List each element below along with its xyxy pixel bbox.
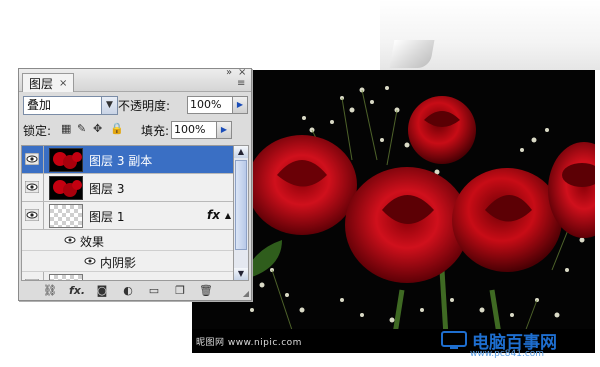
fill-input[interactable]: 100%: [171, 121, 219, 139]
inner-shadow-label: 内阴影: [100, 256, 137, 270]
layers-list: 图层 3 副本 图层 3 图层 1 fx ▲ 效果 内阴影: [21, 145, 235, 281]
lock-brush-icon[interactable]: ✎: [77, 122, 86, 135]
effects-row[interactable]: 效果: [22, 230, 234, 251]
expand-triangle-icon[interactable]: ▲: [225, 211, 231, 220]
collapse-icon[interactable]: »: [226, 67, 232, 78]
blend-mode-value: 叠加: [27, 98, 52, 112]
opacity-label: 不透明度:: [118, 99, 171, 113]
layer-thumbnail[interactable]: [49, 148, 83, 172]
eye-icon[interactable]: [25, 209, 39, 221]
watermark-url: www.pc841.com: [470, 349, 545, 359]
rose-thumb-icon: [53, 180, 82, 197]
scroll-down-icon[interactable]: ▼: [234, 268, 248, 280]
row-divider: [43, 272, 44, 280]
photo-credit: 昵图网 www.nipic.com: [196, 338, 302, 348]
scroll-thumb[interactable]: [235, 160, 247, 250]
layers-panel: 图层 × » × ≡ 叠加 ▼ 不透明度: 100% ▶ 锁定: ▦ ✎ ✥ 🔒…: [18, 67, 252, 301]
opacity-slider-arrow-icon[interactable]: ▶: [232, 96, 248, 114]
new-layer-icon[interactable]: ❐: [173, 284, 187, 297]
layer-row-layer3[interactable]: 图层 3: [22, 174, 234, 202]
row-divider: [43, 174, 44, 201]
blend-opacity-row: 叠加 ▼ 不透明度: 100% ▶: [19, 93, 251, 117]
fill-slider-arrow-icon[interactable]: ▶: [216, 121, 232, 139]
watermark-logo-icon: [441, 331, 467, 349]
mask-icon[interactable]: ◙: [95, 284, 109, 297]
tab-close-icon[interactable]: ×: [59, 78, 67, 89]
scroll-up-icon[interactable]: ▲: [234, 146, 248, 158]
panel-bottom-toolbar: ⛓ fx. ◙ ◐ ▭ ❐ 🗑: [19, 281, 275, 300]
lock-transparent-icon[interactable]: ▦: [61, 122, 71, 135]
adjustment-icon[interactable]: ◐: [121, 284, 135, 297]
eye-icon[interactable]: [25, 181, 39, 193]
eye-icon[interactable]: [25, 153, 39, 165]
close-icon[interactable]: ×: [238, 67, 246, 78]
lock-move-icon[interactable]: ✥: [93, 122, 102, 135]
rose-image: [235, 86, 595, 353]
panel-menu-icon[interactable]: ≡: [237, 78, 245, 89]
fill-label: 填充:: [141, 124, 170, 138]
layer-name[interactable]: 图层 3 副本: [89, 152, 152, 169]
effects-label: 效果: [80, 235, 105, 249]
inner-shadow-row[interactable]: 内阴影: [22, 251, 234, 272]
layer-row-layer1[interactable]: 图层 1 fx ▲: [22, 202, 234, 230]
fx-button[interactable]: fx.: [69, 284, 85, 297]
layers-scrollbar[interactable]: ▲ ▼: [233, 145, 249, 281]
tab-layers[interactable]: 图层 ×: [22, 73, 75, 92]
rose-photo: 昵图网 www.nipic.com: [192, 70, 595, 353]
resize-grip-icon[interactable]: ◢: [243, 289, 249, 298]
row-divider: [43, 146, 44, 173]
lock-all-icon[interactable]: 🔒: [110, 122, 124, 135]
layer-row-background[interactable]: 背景: [22, 272, 234, 280]
fx-icon[interactable]: fx: [207, 208, 220, 222]
layer-name[interactable]: 图层 1: [89, 208, 124, 225]
eye-icon[interactable]: [64, 235, 76, 245]
lock-fill-row: 锁定: ▦ ✎ ✥ 🔒 填充: 100% ▶: [19, 119, 251, 141]
panel-titlebar[interactable]: 图层 × » × ≡: [19, 67, 251, 92]
lock-label: 锁定:: [23, 124, 52, 138]
tab-label: 图层: [29, 76, 54, 91]
opacity-input[interactable]: 100%: [187, 96, 235, 114]
layer-row-layer3-copy[interactable]: 图层 3 副本: [22, 146, 234, 174]
layer-thumbnail[interactable]: [49, 176, 83, 200]
layer-thumbnail[interactable]: [49, 274, 83, 280]
blend-mode-select[interactable]: 叠加 ▼: [23, 96, 118, 115]
link-icon[interactable]: ⛓: [43, 284, 57, 297]
layer-thumbnail[interactable]: [49, 204, 83, 228]
row-divider: [43, 202, 44, 229]
layer-name[interactable]: 图层 3: [89, 180, 124, 197]
eye-icon[interactable]: [84, 256, 96, 266]
folder-icon[interactable]: ▭: [147, 284, 161, 297]
rose-thumb-icon: [53, 152, 82, 169]
chevron-down-icon[interactable]: ▼: [101, 97, 117, 114]
trash-icon[interactable]: 🗑: [199, 284, 213, 297]
